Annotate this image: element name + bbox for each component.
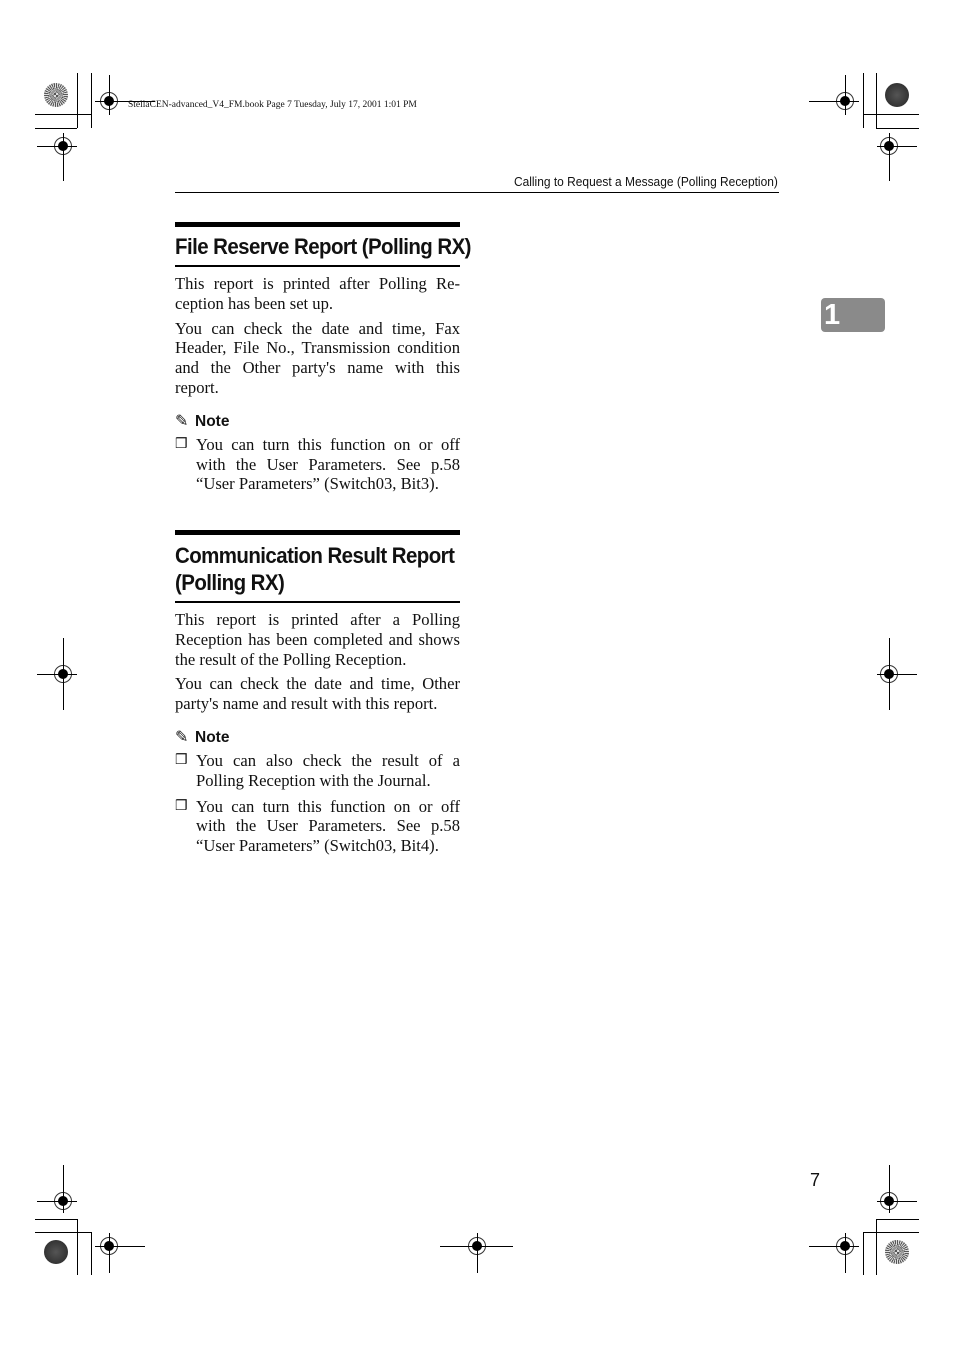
crop-line <box>35 114 91 115</box>
crop-line <box>876 73 877 128</box>
section-bottom-rule <box>175 265 460 267</box>
paragraph: You can check the date and time, Fax Hea… <box>175 318 460 397</box>
crop-line <box>35 1219 77 1220</box>
chapter-number: 1 <box>824 299 841 331</box>
color-dial-icon <box>885 1240 909 1264</box>
section-title-line: Communication Result Report <box>175 543 455 568</box>
crop-line <box>77 73 78 128</box>
checkbox-icon: ❒ <box>175 798 188 814</box>
section-file-reserve-report: File Reserve Report (Polling RX) This re… <box>175 222 471 500</box>
checkbox-icon: ❒ <box>175 436 188 452</box>
crop-line <box>876 1219 877 1275</box>
crop-line <box>863 114 919 115</box>
note-label: Note <box>195 728 230 746</box>
section-communication-result-report: Communication Result Report (Polling RX)… <box>175 530 460 862</box>
reg-line <box>37 146 77 147</box>
running-head: Calling to Request a Message (Polling Re… <box>514 174 778 189</box>
pencil-icon: ✎ <box>175 728 189 746</box>
note-item: ❒ You can also check the result of a Pol… <box>175 751 460 791</box>
paragraph: This report is printed after a Polling R… <box>175 610 460 669</box>
reg-line <box>845 75 846 115</box>
paragraph: You can check the date and time, Oth­er … <box>175 674 460 714</box>
section-top-rule <box>175 530 460 535</box>
reg-line <box>63 133 64 181</box>
paragraph: This report is printed after Polling Re­… <box>175 274 460 313</box>
reg-line <box>889 1165 890 1213</box>
crop-line <box>91 1232 92 1275</box>
note-item: ❒ You can turn this function on or off w… <box>175 435 460 494</box>
crop-line <box>35 1232 91 1233</box>
reg-line <box>889 133 890 181</box>
note-label: Note <box>195 412 230 430</box>
section-top-rule <box>175 222 460 227</box>
crop-line <box>77 1219 78 1275</box>
section-bottom-rule <box>175 601 460 603</box>
crop-line <box>876 128 919 129</box>
reg-line <box>845 1233 846 1273</box>
crop-line <box>876 1219 919 1220</box>
reg-line <box>477 1233 478 1273</box>
reg-line <box>63 638 64 710</box>
reg-line <box>37 1201 77 1202</box>
note-text: You can turn this function on or off wit… <box>196 434 460 494</box>
crop-line <box>863 73 864 128</box>
print-metadata: StellaCEN-advanced_V4_FM.book Page 7 Tue… <box>128 100 417 110</box>
reg-line <box>37 674 77 675</box>
crop-line <box>35 128 77 129</box>
reg-line <box>95 1246 145 1247</box>
chapter-tab: 1 <box>821 298 885 332</box>
color-dial-icon <box>44 83 68 107</box>
crop-line <box>91 73 92 128</box>
reg-line <box>109 1233 110 1273</box>
note-heading: ✎ Note <box>175 412 460 432</box>
checkbox-icon: ❒ <box>175 752 188 768</box>
reg-line <box>809 101 859 102</box>
reg-line <box>109 75 110 115</box>
crop-line <box>863 1232 919 1233</box>
section-title-line: (Polling RX) <box>175 570 285 595</box>
header-rule <box>175 192 779 193</box>
note-heading: ✎ Note <box>175 728 460 748</box>
section-title: File Reserve Report (Polling RX) <box>175 234 471 259</box>
reg-line <box>877 1201 917 1202</box>
color-dial-icon <box>885 83 909 107</box>
reg-line <box>877 146 917 147</box>
crop-line <box>863 1232 864 1275</box>
reg-line <box>877 674 917 675</box>
section-title: Communication Result Report (Polling RX) <box>175 542 455 596</box>
note-item: ❒ You can turn this function on or off w… <box>175 797 460 856</box>
note-text: You can turn this function on or off wit… <box>196 796 460 856</box>
reg-line <box>63 1165 64 1213</box>
page-number: 7 <box>810 1170 821 1190</box>
pencil-icon: ✎ <box>175 412 189 430</box>
reg-line <box>889 638 890 710</box>
note-text: You can also check the result of a Polli… <box>196 750 460 790</box>
color-dial-icon <box>44 1240 68 1264</box>
reg-line <box>809 1246 859 1247</box>
